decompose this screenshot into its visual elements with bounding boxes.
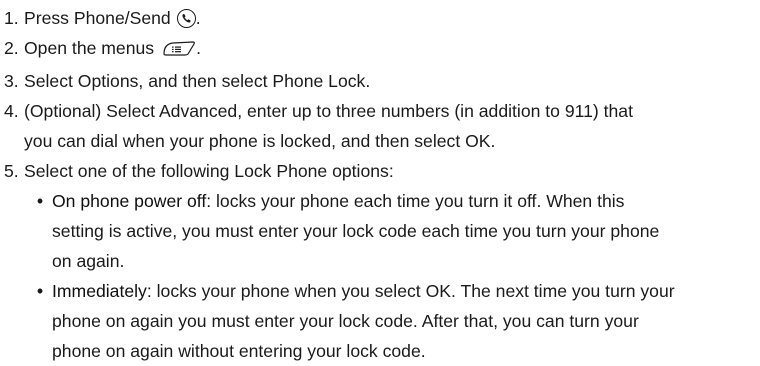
step-text: (Optional) Select Advanced, enter up to … — [24, 101, 633, 151]
bullet-glyph: • — [36, 191, 44, 211]
step-number: 2. — [4, 38, 19, 58]
step-text: Select Options, and then select Phone Lo… — [24, 71, 371, 91]
step-5: 5. Select one of the following Lock Phon… — [0, 156, 760, 186]
bullet-glyph: • — [36, 281, 44, 301]
step-1: 1. Press Phone/Send. — [0, 3, 760, 33]
step-text: Press Phone/Send. — [24, 8, 201, 28]
step-4: 4. (Optional) Select Advanced, enter up … — [0, 96, 760, 156]
phone-send-icon — [176, 9, 196, 28]
menu-key-icon — [162, 36, 196, 66]
option-text: On phone power off: locks your phone eac… — [52, 191, 660, 271]
step-text: Open the menus. — [24, 33, 760, 66]
step-number: 3. — [4, 71, 19, 91]
option-term: On phone power off: — [52, 191, 212, 211]
step-3: 3. Select Options, and then select Phone… — [0, 66, 760, 96]
instruction-document: 1. Press Phone/Send. 2. Open the menus. … — [0, 0, 760, 366]
step-number: 1. — [4, 8, 19, 28]
step-number: 4. — [4, 101, 19, 121]
step-text: Select one of the following Lock Phone o… — [24, 161, 394, 181]
option-immediately: • Immediately: locks your phone when you… — [0, 276, 760, 366]
option-text: Immediately: locks your phone when you s… — [52, 281, 675, 361]
option-term: Immediately: — [52, 281, 152, 301]
step-number: 5. — [4, 161, 19, 181]
step-2: 2. Open the menus. — [0, 33, 760, 66]
option-on-power-off: • On phone power off: locks your phone e… — [0, 186, 760, 276]
